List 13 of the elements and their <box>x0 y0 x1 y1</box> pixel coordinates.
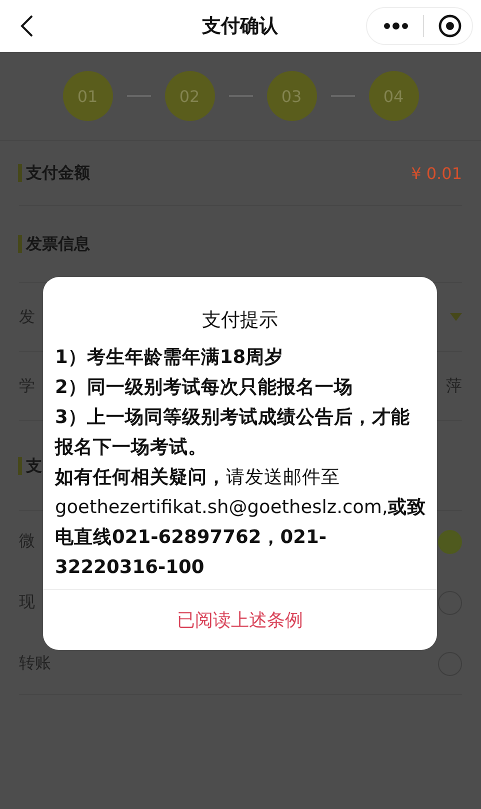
confirm-button[interactable]: 已阅读上述条例 <box>43 589 437 650</box>
dropdown-icon[interactable] <box>450 313 462 321</box>
radio-button[interactable] <box>438 530 462 554</box>
more-icon[interactable] <box>383 22 409 30</box>
radio-button[interactable] <box>438 590 462 614</box>
rule-text: 2）同一级别考试每次只能报名一场 <box>55 376 354 400</box>
rule-text: 1）考生年龄需年满18周岁 <box>55 346 285 370</box>
dialog-title: 支付提示 <box>201 308 279 333</box>
rule-text: 3）上一场同等级别考试成绩公告后，才能报名下一场考试。 <box>55 406 411 460</box>
contact-text: 如有任何相关疑问，请发送邮件至goethezertifikat.sh@goetheslz.com,或致电直线021-62897762，021-32220316-100 <box>55 466 427 580</box>
back-icon[interactable] <box>20 14 34 38</box>
amount-value: ¥ 0.01 <box>411 164 462 182</box>
page-title: 支付确认 <box>200 14 278 39</box>
